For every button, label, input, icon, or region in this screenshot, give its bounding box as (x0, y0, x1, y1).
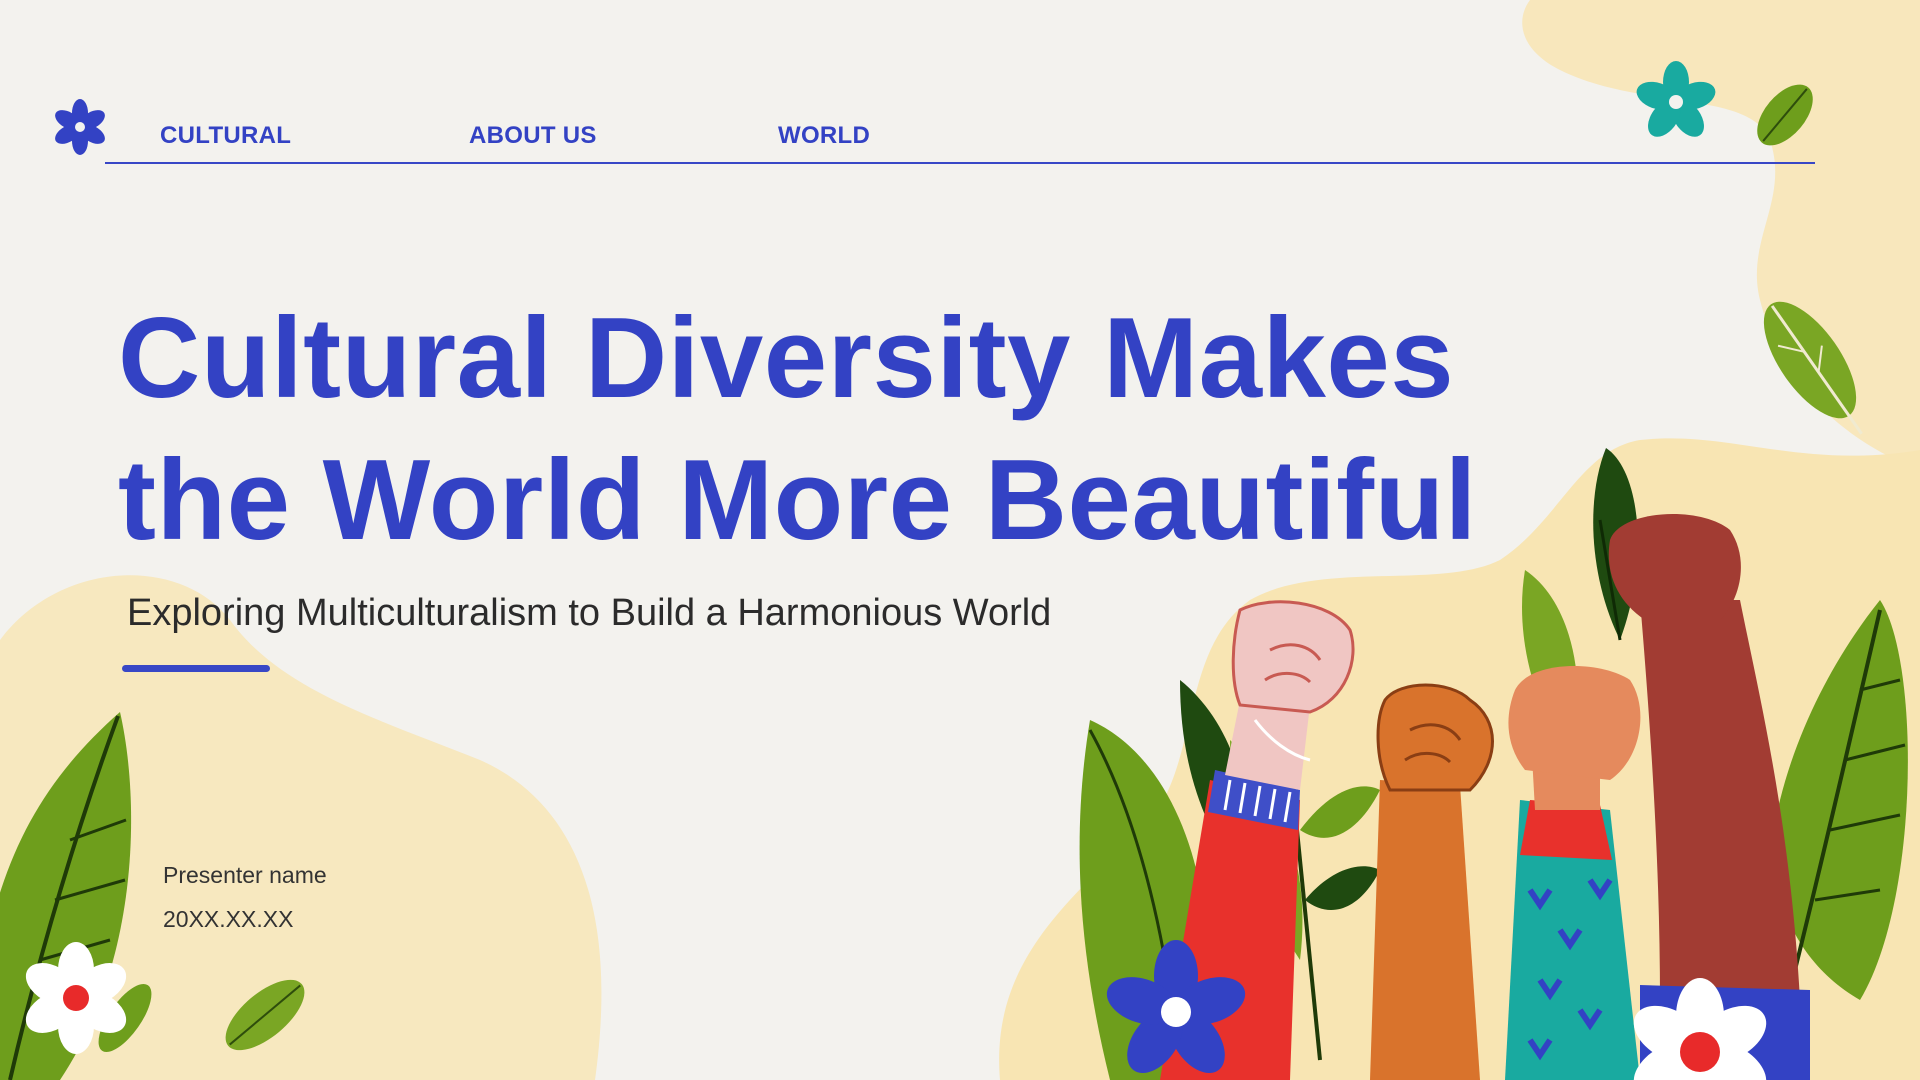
presenter-name: Presenter name (163, 862, 327, 888)
presentation-date: 20XX.XX.XX (163, 906, 294, 932)
nav-item-world[interactable]: WORLD (778, 122, 870, 150)
nav-item-cultural[interactable]: CULTURAL (160, 122, 291, 150)
slide-subtitle: Exploring Multiculturalism to Build a Ha… (127, 592, 1052, 634)
accent-divider (122, 665, 270, 672)
flower-icon (55, 99, 105, 155)
title-line-2: the World More Beautiful (118, 437, 1477, 564)
title-line-1: Cultural Diversity Makes (118, 295, 1455, 422)
slide-title: Cultural Diversity Makes the World More … (118, 288, 1618, 572)
nav-item-about-us[interactable]: ABOUT US (469, 122, 597, 150)
top-nav: CULTURAL ABOUT US WORLD (105, 118, 1815, 164)
